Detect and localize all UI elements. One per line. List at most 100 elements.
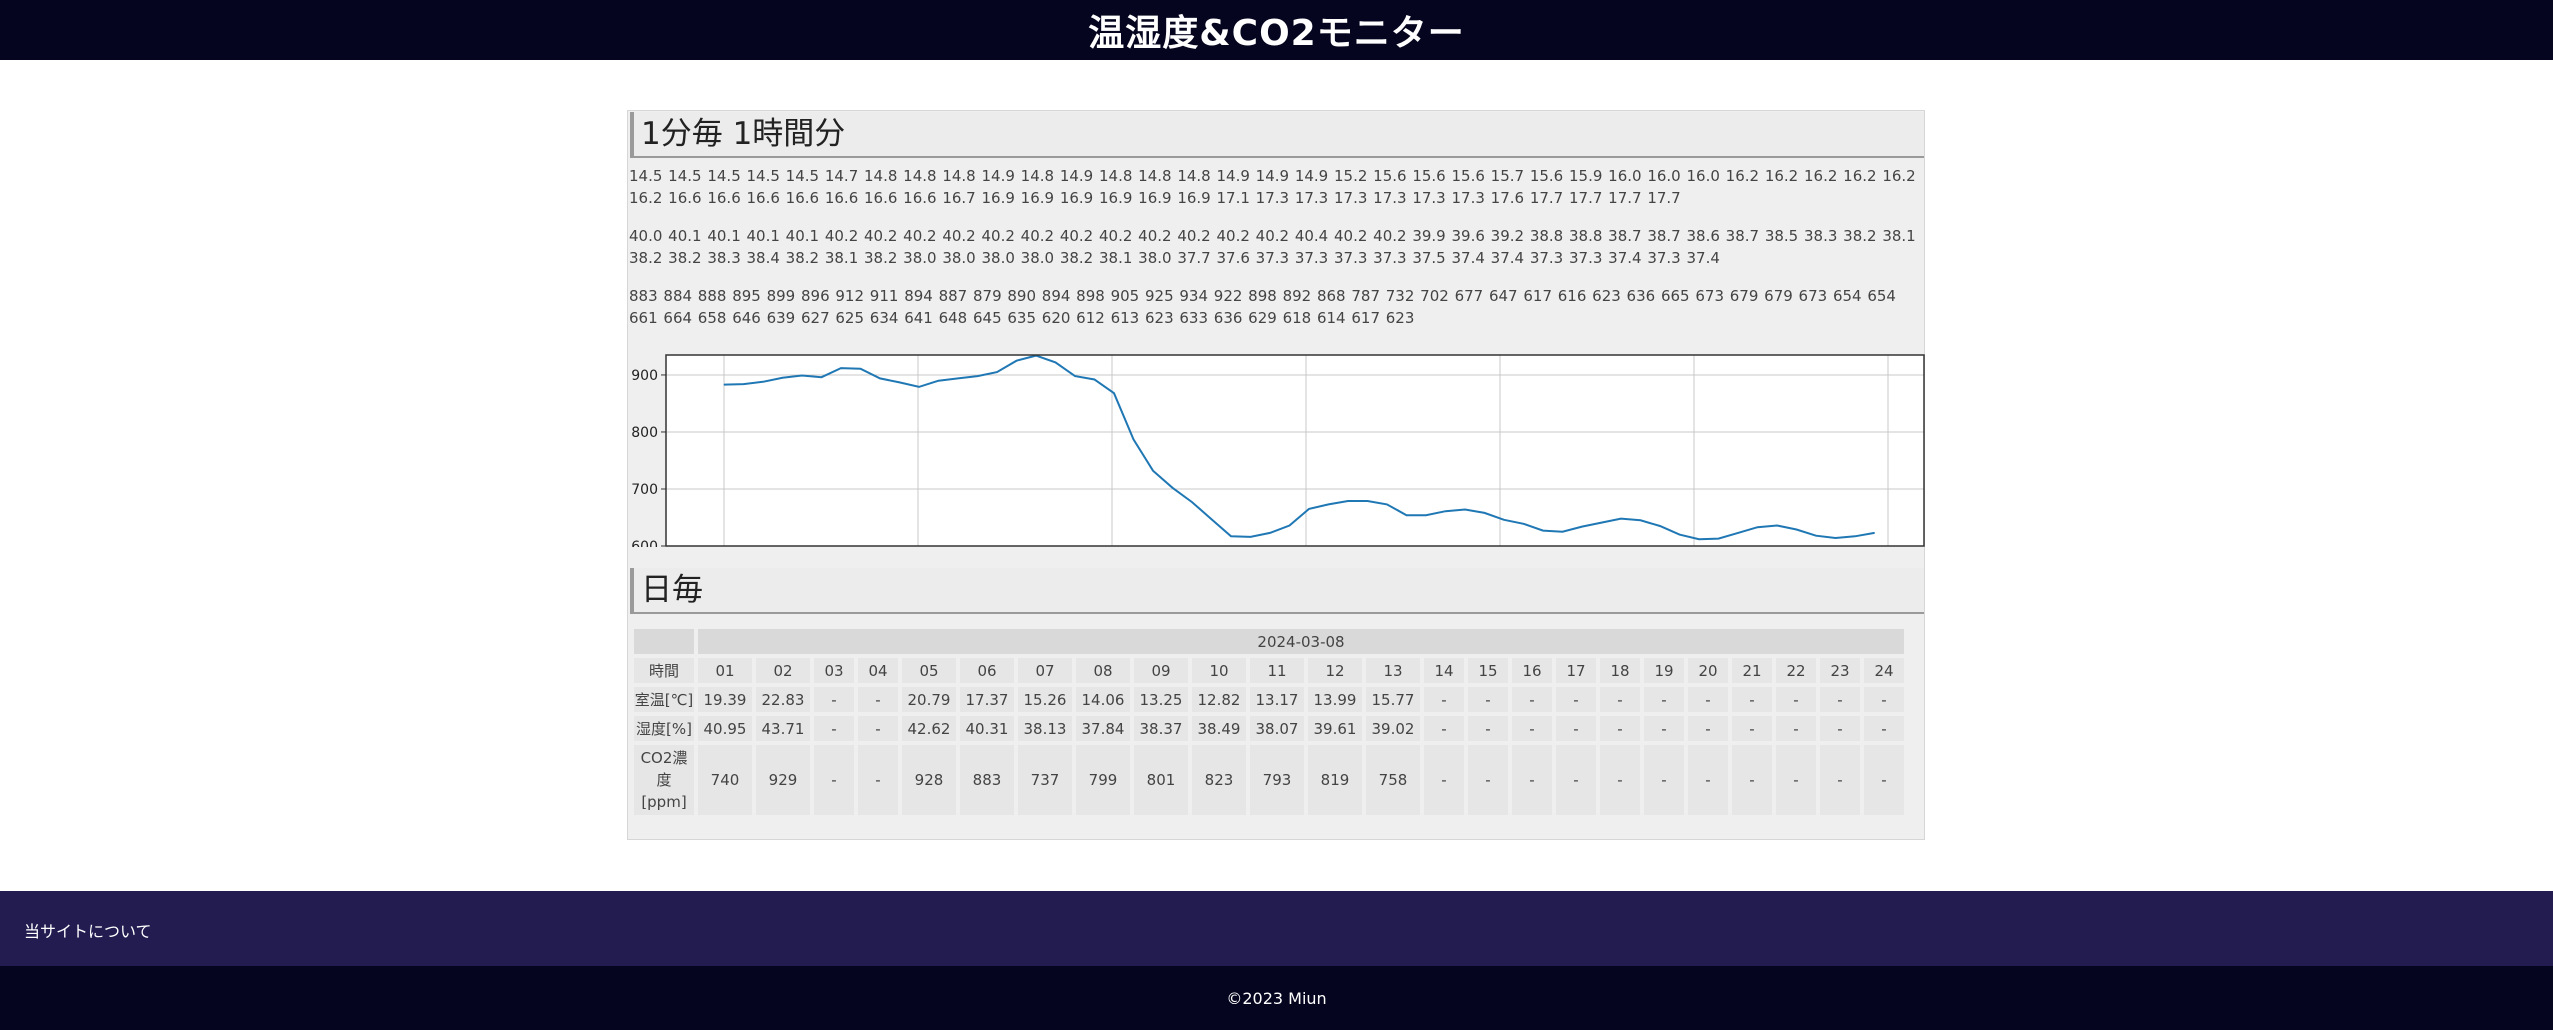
humidity-cell-24: - xyxy=(1864,716,1904,741)
chart-point-9 xyxy=(899,381,900,383)
co2-cell-22: - xyxy=(1776,745,1816,815)
chart-point-25 xyxy=(1211,518,1212,520)
chart-point-43 xyxy=(1562,531,1563,533)
humidity-cell-19: - xyxy=(1644,716,1684,741)
daily-section-heading: 日毎 xyxy=(630,568,1924,614)
chart-point-11 xyxy=(938,380,939,382)
co2-cell-10: 823 xyxy=(1192,745,1246,815)
co2-cell-12: 819 xyxy=(1308,745,1362,815)
hour-header-09: 09 xyxy=(1134,658,1188,683)
co2-cell-01: 740 xyxy=(698,745,752,815)
humidity-cell-20: - xyxy=(1688,716,1728,741)
chart-point-10 xyxy=(918,386,920,388)
co2-cell-16: - xyxy=(1512,745,1552,815)
hour-header-17: 17 xyxy=(1556,658,1596,683)
chart-point-38 xyxy=(1464,509,1466,511)
chart-point-35 xyxy=(1406,514,1407,516)
co2-cell-05: 928 xyxy=(902,745,956,815)
hour-header-23: 23 xyxy=(1820,658,1860,683)
co2-cell-24: - xyxy=(1864,745,1904,815)
humidity-cell-16: - xyxy=(1512,716,1552,741)
chart-point-20 xyxy=(1113,392,1115,394)
hour-header-08: 08 xyxy=(1076,658,1130,683)
temperature-readings: 14.5 14.5 14.5 14.5 14.5 14.7 14.8 14.8 … xyxy=(629,167,1916,207)
temperature-cell-08: 14.06 xyxy=(1076,687,1130,712)
temperature-cell-01: 19.39 xyxy=(698,687,752,712)
temperature-cell-16: - xyxy=(1512,687,1552,712)
chart-point-44 xyxy=(1581,526,1583,528)
chart-point-17 xyxy=(1055,361,1056,363)
chart-point-33 xyxy=(1367,500,1368,502)
temperature-cell-03: - xyxy=(814,687,854,712)
humidity-cell-23: - xyxy=(1820,716,1860,741)
chart-point-37 xyxy=(1445,510,1446,512)
hour-header-14: 14 xyxy=(1424,658,1464,683)
co2-cell-21: - xyxy=(1732,745,1772,815)
temperature-cell-07: 15.26 xyxy=(1018,687,1072,712)
chart-point-24 xyxy=(1191,501,1193,503)
temperature-cell-14: - xyxy=(1424,687,1464,712)
chart-point-2 xyxy=(762,381,764,383)
humidity-cell-06: 40.31 xyxy=(960,716,1014,741)
chart-point-7 xyxy=(860,368,861,370)
temperature-cell-19: - xyxy=(1644,687,1684,712)
humidity-row-label: 湿度[%] xyxy=(634,716,694,741)
humidity-cell-15: - xyxy=(1468,716,1508,741)
hour-header-19: 19 xyxy=(1644,658,1684,683)
hour-header-07: 07 xyxy=(1018,658,1072,683)
co2-cell-06: 883 xyxy=(960,745,1014,815)
chart-point-42 xyxy=(1542,530,1544,532)
hour-header-18: 18 xyxy=(1600,658,1640,683)
co2-cell-07: 737 xyxy=(1018,745,1072,815)
hour-header-04: 04 xyxy=(858,658,898,683)
chart-point-6 xyxy=(840,367,842,369)
temperature-cell-20: - xyxy=(1688,687,1728,712)
chart-point-57 xyxy=(1835,537,1836,539)
chart-point-12 xyxy=(957,377,959,379)
co2-chart-svg: 600 700 800 900 xyxy=(631,354,1925,555)
hour-header-20: 20 xyxy=(1688,658,1728,683)
chart-point-45 xyxy=(1601,522,1602,524)
chart-point-27 xyxy=(1250,536,1251,538)
co2-row-label: CO2濃度[ppm] xyxy=(634,745,694,815)
humidity-cell-07: 38.13 xyxy=(1018,716,1072,741)
temperature-cell-13: 15.77 xyxy=(1366,687,1420,712)
site-footer: 当サイトについて xyxy=(0,891,2553,966)
humidity-cell-02: 43.71 xyxy=(756,716,810,741)
chart-point-53 xyxy=(1757,526,1758,528)
co2-cell-17: - xyxy=(1556,745,1596,815)
chart-point-5 xyxy=(821,376,822,378)
co2-cell-13: 758 xyxy=(1366,745,1420,815)
co2-row-label-text: CO2濃度[ppm] xyxy=(640,749,688,811)
chart-point-34 xyxy=(1386,503,1388,505)
about-site-link[interactable]: 当サイトについて xyxy=(24,918,152,942)
humidity-cell-10: 38.49 xyxy=(1192,716,1246,741)
chart-point-46 xyxy=(1620,518,1622,520)
chart-ytick-label-800: 800 xyxy=(631,425,658,441)
chart-ytick-label-700: 700 xyxy=(631,482,658,498)
chart-point-49 xyxy=(1679,534,1680,536)
chart-point-13 xyxy=(977,375,978,377)
chart-point-28 xyxy=(1269,532,1271,534)
chart-point-4 xyxy=(801,375,803,377)
hour-header-12: 12 xyxy=(1308,658,1362,683)
chart-point-58 xyxy=(1854,535,1856,537)
chart-point-22 xyxy=(1152,470,1154,472)
co2-cell-23: - xyxy=(1820,745,1860,815)
hour-header-22: 22 xyxy=(1776,658,1816,683)
co2-readings: 883 884 888 895 899 896 912 911 894 887 … xyxy=(629,287,1896,327)
chart-plot-area xyxy=(666,355,1924,546)
co2-cell-08: 799 xyxy=(1076,745,1130,815)
hour-header-13: 13 xyxy=(1366,658,1420,683)
humidity-cell-22: - xyxy=(1776,716,1816,741)
chart-point-55 xyxy=(1796,528,1797,530)
temperature-cell-02: 22.83 xyxy=(756,687,810,712)
main-panel: 1分毎 1時間分 14.5 14.5 14.5 14.5 14.5 14.7 1… xyxy=(627,110,1925,840)
chart-point-1 xyxy=(743,383,744,385)
temperature-cell-22: - xyxy=(1776,687,1816,712)
chart-point-36 xyxy=(1425,514,1427,516)
chart-point-15 xyxy=(1016,360,1017,362)
temperature-cell-24: - xyxy=(1864,687,1904,712)
temperature-cell-04: - xyxy=(858,687,898,712)
chart-point-32 xyxy=(1347,500,1349,502)
